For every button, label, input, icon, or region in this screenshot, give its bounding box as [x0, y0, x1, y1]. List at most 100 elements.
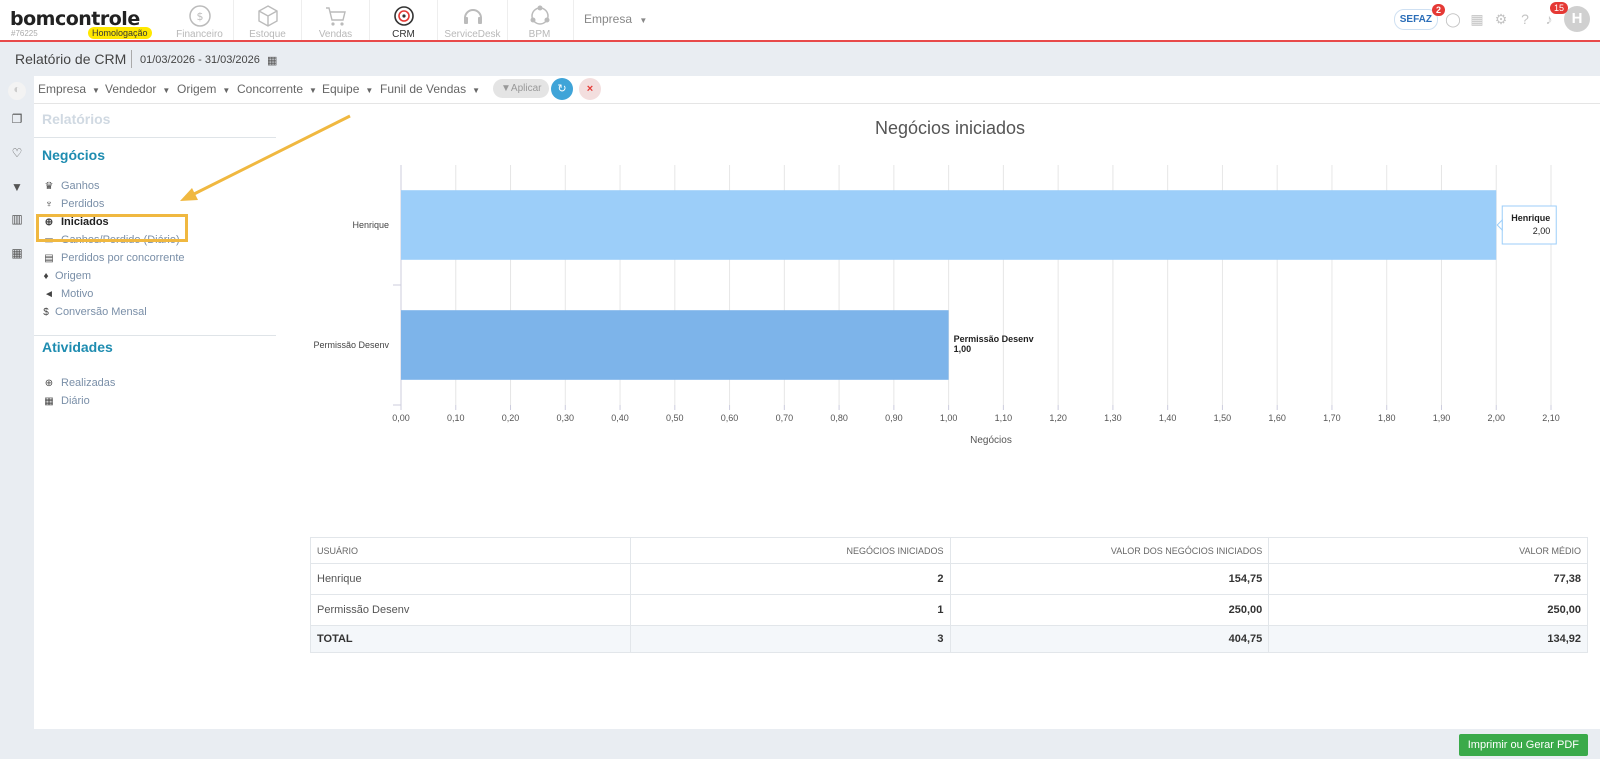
chevron-down-icon: ▼	[92, 86, 100, 95]
x-tick-label: 2,10	[1542, 413, 1560, 423]
sefaz-label: SEFAZ	[1399, 13, 1432, 25]
x-tick-label: 1,30	[1104, 413, 1122, 423]
date-range-picker[interactable]: 01/03/2026 - 31/03/2026	[140, 54, 260, 66]
x-tick-label: 1,50	[1214, 413, 1232, 423]
table-total-row: TOTAL 3 404,75 134,92	[310, 625, 1588, 653]
sidebar-item-label: Origem	[55, 270, 92, 282]
filter-empresa[interactable]: Empresa ▼	[38, 82, 100, 96]
sidebar-item-diario[interactable]: ▦ Diário	[42, 395, 90, 407]
nav-financeiro[interactable]: $ Financeiro	[166, 0, 234, 40]
sidebar-item-motivo[interactable]: ◄ Motivo	[42, 288, 93, 300]
bell-icon[interactable]: ♪ 15	[1540, 2, 1568, 28]
filter-equipe[interactable]: Equipe ▼	[322, 82, 373, 96]
nav-label: ServiceDesk	[444, 29, 501, 40]
x-tick-label: 0,50	[666, 413, 684, 423]
category-label: Henrique	[352, 220, 389, 230]
chart-x-ticks: 0,00 0,10 0,20 0,30 0,40 0,50 0,60 0,70 0,80 0,90…	[392, 413, 1560, 423]
chart-title: Negócios iniciados	[875, 118, 1025, 138]
print-pdf-button[interactable]: Imprimir ou Gerar PDF	[1458, 734, 1588, 756]
chevron-down-icon: ▼	[222, 86, 231, 95]
report-header: Relatório de CRM 01/03/2026 - 31/03/2026…	[0, 42, 1600, 76]
table-row: Henrique 2 154,75 77,38	[310, 563, 1588, 595]
x-tick-label: 0,80	[830, 413, 848, 423]
clear-filters-button[interactable]: ×	[579, 78, 601, 100]
table-header-row: USUÁRIO NEGÓCIOS INICIADOS VALOR DOS NEG…	[310, 537, 1588, 564]
nav-label: BPM	[528, 29, 551, 40]
trash-icon[interactable]: ▥	[9, 212, 25, 228]
filter-origem[interactable]: Origem ▼	[177, 82, 230, 96]
sidebar-item-realizadas[interactable]: ⊕ Realizadas	[42, 377, 116, 389]
avatar[interactable]: H	[1564, 6, 1590, 32]
sidebar-item-perdidos[interactable]: ♆ Perdidos	[42, 198, 104, 210]
column-header-valor-negocios[interactable]: VALOR DOS NEGÓCIOS INICIADOS	[949, 537, 1270, 564]
data-label-value: 1,00	[954, 344, 972, 354]
sidebar-item-label: Diário	[61, 395, 90, 407]
section-atividades-title: Atividades	[42, 339, 113, 355]
x-tick-label: 0,30	[557, 413, 575, 423]
sidebar-item-conversao-mensal[interactable]: $ Conversão Mensal	[42, 306, 147, 318]
thumbs-down-icon[interactable]: ▼	[9, 180, 25, 196]
filter-funil-de-vendas[interactable]: Funil de Vendas ▼	[380, 82, 480, 96]
target-icon	[393, 6, 414, 26]
copy-icon[interactable]: ❐	[9, 112, 25, 128]
nav-vendas[interactable]: Vendas	[302, 0, 370, 40]
sefaz-button[interactable]: SEFAZ 2	[1393, 3, 1445, 30]
x-tick-label: 1,60	[1268, 413, 1286, 423]
sidebar-item-ganhos[interactable]: ♛ Ganhos	[42, 180, 100, 192]
nav-servicedesk[interactable]: ServiceDesk	[438, 0, 508, 40]
column-header-negocios-iniciados[interactable]: NEGÓCIOS INICIADOS	[629, 537, 951, 564]
apply-button[interactable]: ▼Aplicar	[493, 79, 550, 98]
table-cell: Henrique	[310, 563, 631, 595]
table-cell: 250,00	[949, 594, 1270, 626]
thumbs-up-icon[interactable]: ♡	[9, 146, 25, 162]
tooltip-value: 2,00	[1533, 226, 1551, 236]
chart-category-labels: Henrique Permissão Desenv	[313, 220, 389, 350]
x-tick-label: 2,00	[1487, 413, 1505, 423]
data-label-category: Permissão Desenv	[954, 334, 1034, 344]
dollar-sign-icon: $	[43, 307, 49, 318]
table-row: Permissão Desenv 1 250,00 250,00	[310, 594, 1588, 626]
x-tick-label: 0,40	[611, 413, 629, 423]
chevron-down-icon: ▼	[639, 16, 648, 25]
whatsapp-icon[interactable]: ◯	[1444, 10, 1462, 28]
refresh-button[interactable]: ↻	[551, 78, 573, 100]
nav-estoque[interactable]: Estoque	[234, 0, 302, 40]
column-header-usuario[interactable]: USUÁRIO	[310, 537, 631, 564]
filter-concorrente[interactable]: Concorrente ▼	[237, 82, 317, 96]
sidebar-item-origem[interactable]: ♦ Origem	[42, 270, 91, 282]
x-tick-label: 1,00	[940, 413, 958, 423]
divider	[34, 335, 276, 336]
section-negocios-title: Negócios	[42, 147, 106, 163]
company-selector-label: Empresa	[584, 12, 633, 26]
table-cell: 250,00	[1268, 594, 1588, 626]
sidebar-item-label: Ganhos	[61, 180, 100, 192]
close-icon: ×	[586, 83, 594, 95]
chart-x-axis-label: Negócios	[970, 435, 1012, 446]
nav-bpm[interactable]: BPM	[506, 0, 574, 40]
bar-chart: Negócios iniciados Henrique Permissão Des…	[313, 118, 1560, 446]
trophy-icon: ♛	[44, 181, 54, 192]
column-header-valor-medio[interactable]: VALOR MÉDIO	[1268, 537, 1588, 564]
sidebar-item-perdidos-por-concorrente[interactable]: ▤ Perdidos por concorrente	[42, 252, 184, 264]
gear-icon[interactable]: ⚙	[1492, 10, 1510, 28]
refresh-icon: ↻	[557, 83, 567, 95]
divider	[131, 50, 132, 68]
chevron-down-icon: ▼	[365, 86, 374, 95]
tooltip-pointer	[1496, 218, 1503, 232]
environment-badge: Homologação	[88, 27, 152, 39]
calendar-icon[interactable]: ▦	[1468, 10, 1486, 28]
calendar-icon[interactable]: ▦	[9, 246, 25, 262]
company-selector[interactable]: Empresa ▼	[584, 12, 647, 26]
chevron-down-icon: ▼	[309, 86, 317, 95]
collapse-icon[interactable]: ◐	[8, 82, 26, 100]
nav-crm[interactable]: CRM	[370, 0, 438, 40]
highlight-box	[36, 214, 188, 242]
filter-label: Origem	[177, 82, 217, 96]
filter-label: Funil de Vendas	[380, 82, 467, 96]
filter-vendedor[interactable]: Vendedor ▼	[105, 82, 170, 96]
plus-circle-icon: ⊕	[44, 378, 54, 389]
filter-bar: Empresa ▼ Vendedor ▼ Origem ▼ Concorrente ▼ …	[34, 76, 1600, 104]
x-tick-label: 1,10	[995, 413, 1013, 423]
calendar-icon[interactable]: ▦	[267, 54, 277, 67]
help-icon[interactable]: ?	[1516, 10, 1534, 28]
